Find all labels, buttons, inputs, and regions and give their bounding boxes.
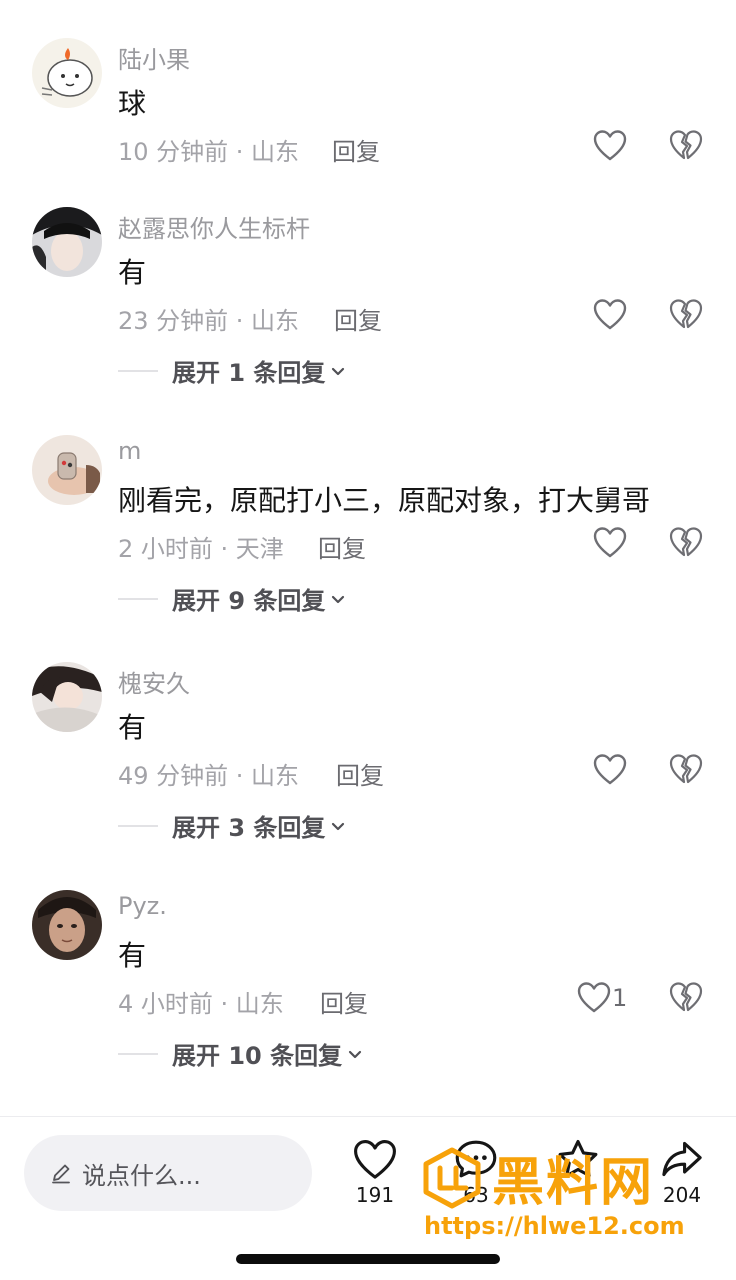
reply-button[interactable]: 回复: [318, 529, 366, 564]
like-button[interactable]: 191: [345, 1137, 405, 1207]
comment-meta: 4 小时前 · 山东: [118, 990, 284, 1018]
avatar[interactable]: [32, 890, 102, 960]
expand-replies-button[interactable]: 展开 1 条回复: [118, 353, 347, 388]
heart-outline-icon[interactable]: [592, 525, 628, 561]
heart-outline-icon[interactable]: [592, 752, 628, 788]
expand-replies-button[interactable]: 展开 3 条回复: [118, 808, 347, 843]
broken-heart-icon[interactable]: [668, 128, 704, 164]
broken-heart-icon[interactable]: [668, 752, 704, 788]
heart-outline-icon[interactable]: [592, 297, 628, 333]
broken-heart-icon[interactable]: [668, 297, 704, 333]
comment-meta: 2 小时前 · 天津: [118, 535, 284, 563]
pencil-icon: [52, 1164, 70, 1184]
comment-text: 刚看完，原配打小三，原配对象，打大舅哥: [118, 484, 651, 517]
reply-button[interactable]: 回复: [336, 756, 384, 791]
divider-line: [118, 597, 158, 600]
divider-line: [118, 824, 158, 827]
watermark: 黑料网 https://hlwe12.com: [420, 1140, 720, 1248]
expand-replies-button[interactable]: 展开 9 条回复: [118, 581, 347, 616]
comment-username[interactable]: 陆小果: [118, 40, 190, 75]
comment-text: 有: [118, 711, 147, 744]
comment-text: 球: [118, 87, 147, 120]
expand-replies-label: 展开 9 条回复: [172, 587, 326, 615]
chevron-down-icon: [332, 595, 345, 603]
comment-username[interactable]: Pyz.: [118, 892, 167, 920]
comment-input-placeholder: 说点什么...: [82, 1161, 201, 1190]
expand-replies-label: 展开 10 条回复: [172, 1042, 343, 1070]
like-count: 191: [355, 1183, 395, 1207]
comment-meta: 23 分钟前 · 山东: [118, 307, 300, 335]
avatar[interactable]: [32, 662, 102, 732]
comment-username[interactable]: 槐安久: [118, 664, 190, 699]
heart-outline-icon[interactable]: [576, 980, 612, 1016]
reply-button[interactable]: 回复: [334, 301, 382, 336]
comment-meta: 49 分钟前 · 山东: [118, 762, 300, 790]
watermark-url: https://hlwe12.com: [424, 1212, 685, 1240]
expand-replies-label: 展开 3 条回复: [172, 814, 326, 842]
chevron-down-icon: [332, 367, 345, 375]
chevron-down-icon: [332, 822, 345, 830]
home-indicator[interactable]: [236, 1254, 500, 1264]
reply-button[interactable]: 回复: [320, 984, 368, 1019]
comment-meta: 10 分钟前 · 山东: [118, 138, 300, 166]
comment-text: 有: [118, 256, 147, 289]
comment-username[interactable]: m: [118, 437, 141, 465]
divider-line: [118, 369, 158, 372]
heart-outline-icon[interactable]: [592, 128, 628, 164]
watermark-title: 黑料网: [492, 1153, 655, 1213]
comment-text: 有: [118, 939, 147, 972]
expand-replies-label: 展开 1 条回复: [172, 359, 326, 387]
avatar[interactable]: [32, 38, 102, 108]
avatar[interactable]: [32, 207, 102, 277]
like-count: 1: [612, 984, 628, 1012]
heart-outline-icon: [354, 1139, 396, 1179]
chevron-down-icon: [349, 1050, 362, 1058]
reply-button[interactable]: 回复: [332, 132, 380, 167]
comment-input[interactable]: 说点什么...: [24, 1135, 312, 1211]
expand-replies-button[interactable]: 展开 10 条回复: [118, 1036, 364, 1071]
watermark-logo-icon: [423, 1147, 481, 1209]
divider-line: [118, 1052, 158, 1055]
broken-heart-icon[interactable]: [668, 525, 704, 561]
broken-heart-icon[interactable]: [668, 980, 704, 1016]
comment-username[interactable]: 赵露思你人生标杆: [118, 209, 310, 244]
avatar[interactable]: [32, 435, 102, 505]
